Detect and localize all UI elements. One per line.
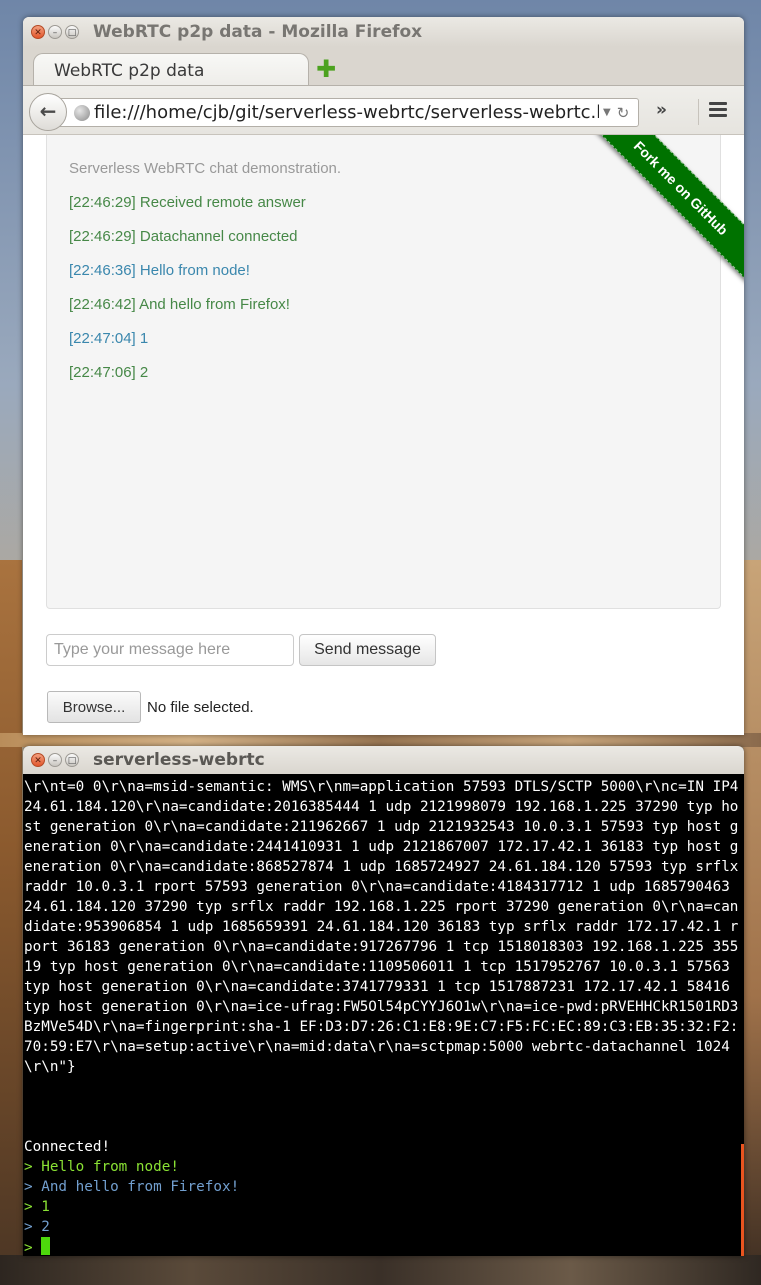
terminal-line: > 1 xyxy=(24,1199,50,1215)
window-controls: ✕ – □ xyxy=(31,753,79,767)
terminal-output[interactable]: \r\nt=0 0\r\na=msid-semantic: WMS\r\nm=a… xyxy=(23,774,744,1256)
chat-message: [22:46:29] Received remote answer xyxy=(69,194,306,211)
reload-icon[interactable]: ↻ xyxy=(617,104,630,122)
desktop-background-right xyxy=(743,560,761,1285)
chat-message: [22:46:29] Datachannel connected xyxy=(69,228,298,245)
maximize-icon[interactable]: □ xyxy=(65,25,79,39)
page-content: Serverless WebRTC chat demonstration. [2… xyxy=(23,135,744,735)
chat-log: Serverless WebRTC chat demonstration. [2… xyxy=(46,135,721,609)
prompt-symbol: > xyxy=(24,1240,33,1256)
desktop-background-bottom xyxy=(0,1255,761,1285)
chat-intro: Serverless WebRTC chat demonstration. xyxy=(69,160,342,177)
terminal-title: serverless-webrtc xyxy=(93,750,265,770)
close-icon[interactable]: ✕ xyxy=(31,25,45,39)
chat-message: [22:47:06] 2 xyxy=(69,364,149,381)
terminal-line: > Hello from node! xyxy=(24,1159,179,1175)
chat-message: [22:47:04] 1 xyxy=(69,330,149,347)
minimize-icon[interactable]: – xyxy=(48,25,62,39)
globe-icon xyxy=(74,104,90,121)
send-message-button[interactable]: Send message xyxy=(299,634,436,666)
hamburger-menu-icon[interactable] xyxy=(698,99,732,125)
url-text[interactable]: file:///home/cjb/git/serverless-webrtc/s… xyxy=(94,102,599,123)
desktop-background-strip xyxy=(0,733,761,747)
chat-message: [22:46:42] And hello from Firefox! xyxy=(69,296,290,313)
chat-message: [22:46:36] Hello from node! xyxy=(69,262,250,279)
file-picker: Browse... No file selected. xyxy=(47,691,254,723)
message-form: Send message xyxy=(46,634,436,666)
new-tab-plus-icon[interactable]: ✚ xyxy=(315,57,337,81)
sdp-dump: \r\nt=0 0\r\na=msid-semantic: WMS\r\nm=a… xyxy=(24,779,739,1075)
terminal-scrollbar[interactable] xyxy=(741,1144,744,1256)
cursor-block xyxy=(41,1237,51,1255)
window-controls: ✕ – □ xyxy=(31,25,79,39)
message-input[interactable] xyxy=(46,634,294,666)
dropdown-triangle-icon[interactable]: ▼ xyxy=(603,107,611,118)
tab-webrtc[interactable]: WebRTC p2p data xyxy=(33,53,309,86)
file-status: No file selected. xyxy=(147,698,254,716)
minimize-icon[interactable]: – xyxy=(48,753,62,767)
terminal-line: > 2 xyxy=(24,1219,50,1235)
tab-bar: WebRTC p2p data ✚ xyxy=(23,47,744,86)
maximize-icon[interactable]: □ xyxy=(65,753,79,767)
terminal-window: ✕ – □ serverless-webrtc \r\nt=0 0\r\na=m… xyxy=(23,746,744,1256)
connected-status: Connected! xyxy=(24,1139,111,1155)
window-title: WebRTC p2p data - Mozilla Firefox xyxy=(93,22,423,42)
desktop-background-left xyxy=(0,560,22,1285)
overflow-chevron-icon[interactable]: » xyxy=(656,100,667,120)
firefox-window: ✕ – □ WebRTC p2p data - Mozilla Firefox … xyxy=(23,17,744,735)
terminal-line: > And hello from Firefox! xyxy=(24,1179,240,1195)
terminal-prompt[interactable]: > xyxy=(24,1237,744,1256)
navigation-bar: ← file:///home/cjb/git/serverless-webrtc… xyxy=(23,85,744,135)
browse-button[interactable]: Browse... xyxy=(47,691,141,723)
url-bar[interactable]: file:///home/cjb/git/serverless-webrtc/s… xyxy=(57,98,639,127)
terminal-titlebar[interactable]: ✕ – □ serverless-webrtc xyxy=(23,746,744,774)
firefox-titlebar[interactable]: ✕ – □ WebRTC p2p data - Mozilla Firefox xyxy=(23,17,744,47)
back-arrow-icon[interactable]: ← xyxy=(29,93,67,131)
close-icon[interactable]: ✕ xyxy=(31,753,45,767)
